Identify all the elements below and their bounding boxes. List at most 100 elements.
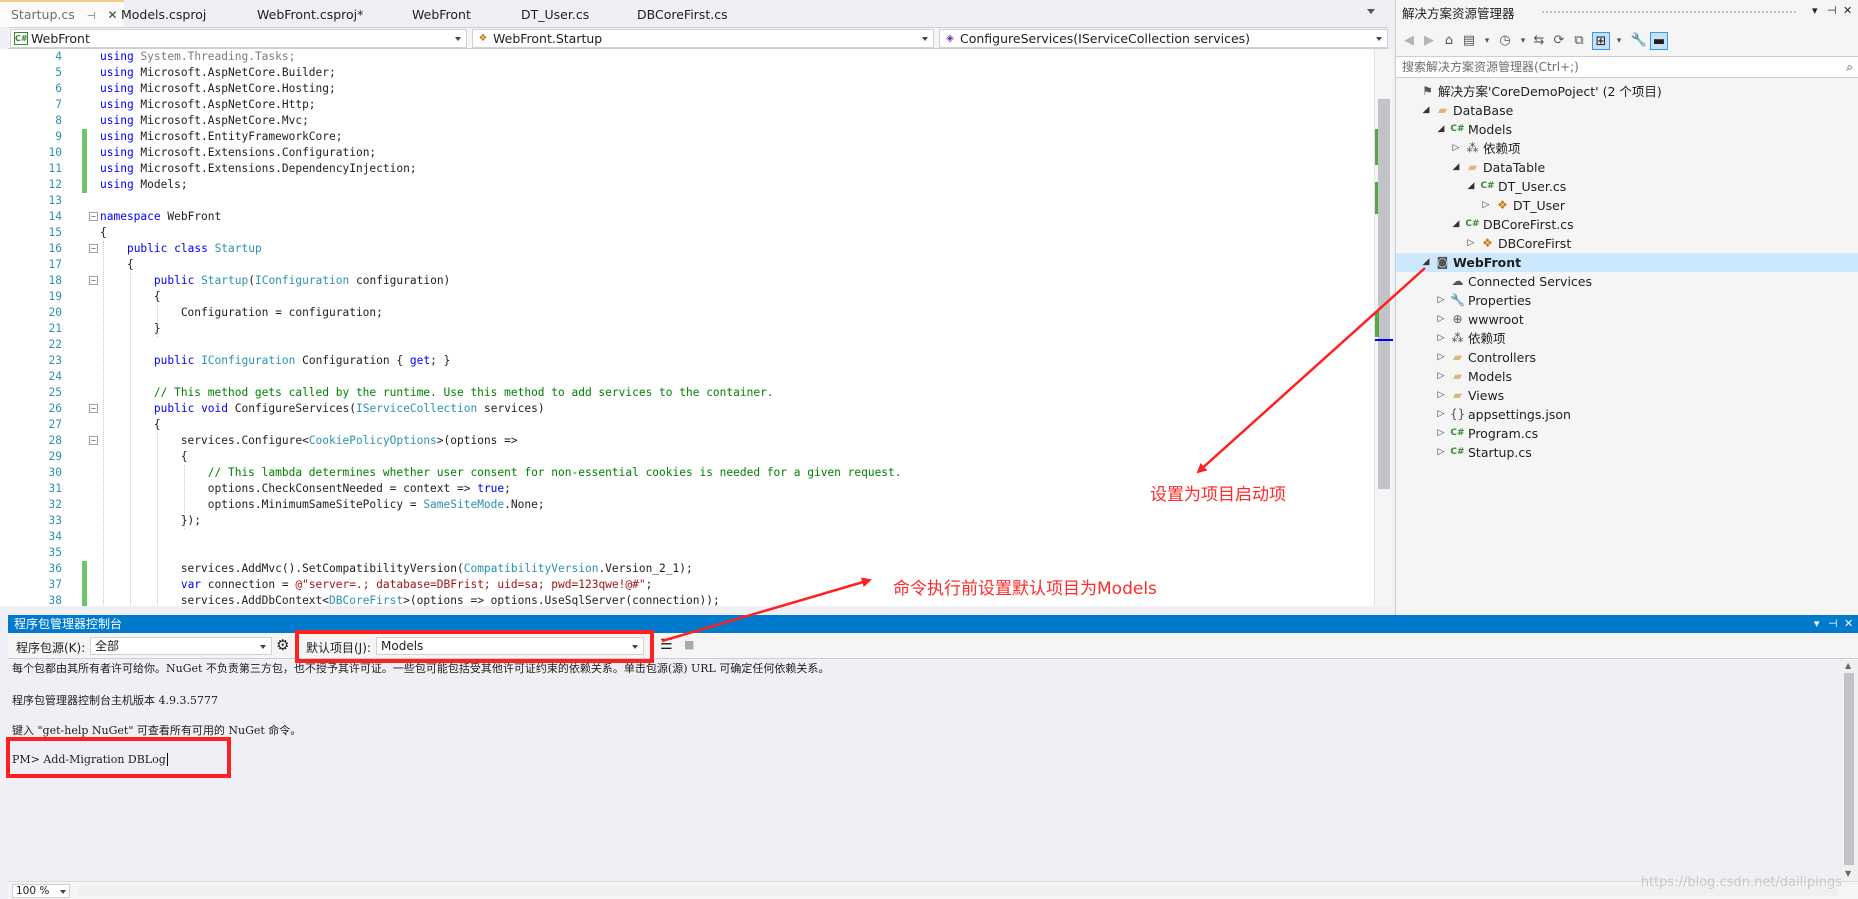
collapsed-arrow-icon[interactable]: ▷ — [1436, 310, 1446, 329]
tree-item[interactable]: ▷ ▰ Views — [1396, 386, 1858, 405]
forward-icon[interactable]: ▶ — [1420, 32, 1438, 50]
tab-dt-user-cs[interactable]: DT_User.cs — [521, 0, 589, 27]
tree-item[interactable]: ▷ ❖ DBCoreFirst — [1396, 234, 1858, 253]
sync-icon[interactable]: ⇆ — [1530, 32, 1548, 50]
collapsed-arrow-icon[interactable]: ▷ — [1436, 443, 1446, 462]
tree-item[interactable]: ◢ C# DT_User.cs — [1396, 177, 1858, 196]
collapsed-arrow-icon[interactable]: ▷ — [1436, 424, 1446, 443]
code-text: }); — [100, 514, 202, 527]
console-vertical-scrollbar[interactable]: ▲ ▼ — [1840, 659, 1858, 881]
code-text: { — [100, 226, 107, 239]
tab-models-csproj[interactable]: Models.csproj — [121, 0, 206, 27]
solution-explorer-search[interactable]: 搜索解决方案资源管理器(Ctrl+;) ⌕ — [1396, 56, 1858, 78]
collapsed-arrow-icon[interactable]: ▷ — [1436, 386, 1446, 405]
type-dropdown[interactable]: ❖ WebFront.Startup — [472, 29, 934, 48]
collapsed-arrow-icon[interactable]: ▷ — [1466, 234, 1476, 253]
collapse-icon[interactable]: − — [89, 276, 98, 285]
code-text: public void ConfigureServices(IServiceCo… — [153, 402, 545, 415]
scrollbar-thumb[interactable] — [1378, 99, 1390, 489]
line-number: 19 — [48, 290, 62, 303]
tree-item[interactable]: ▷ ⁂ 依赖项 — [1396, 139, 1858, 158]
home-icon[interactable]: ⌂ — [1440, 32, 1458, 50]
class-icon: ❖ — [478, 33, 488, 44]
tree-item[interactable]: ▷ {} appsettings.json — [1396, 405, 1858, 424]
close-icon[interactable]: ✕ — [1843, 4, 1852, 17]
tree-item[interactable]: ▷ ⁂ 依赖项 — [1396, 329, 1858, 348]
editor-vertical-scrollbar[interactable]: ╪ — [1374, 49, 1393, 606]
tree-item[interactable]: ◢ C# Models — [1396, 120, 1858, 139]
pin-icon[interactable]: ⊣ — [87, 4, 96, 29]
tab-startup-cs[interactable]: Startup.cs ⊣ ✕ — [0, 0, 124, 27]
collapsed-arrow-icon[interactable]: ▷ — [1436, 405, 1446, 424]
clear-console-icon[interactable]: ☰ — [660, 637, 673, 653]
tree-item[interactable]: ☁ Connected Services — [1396, 272, 1858, 291]
package-source-select[interactable]: 全部 — [90, 637, 272, 655]
show-all-files-icon[interactable]: ⊞ — [1592, 32, 1610, 50]
tree-item[interactable]: ▷ ❖ DT_User — [1396, 196, 1858, 215]
tree-item[interactable]: ▷ C# Startup.cs — [1396, 443, 1858, 462]
tree-item[interactable]: ◢ ▰ DataBase — [1396, 101, 1858, 120]
tree-item[interactable]: ▷ ▰ Models — [1396, 367, 1858, 386]
tab-webfront-csproj[interactable]: WebFront.csproj* — [257, 0, 363, 27]
pin-icon[interactable]: ⊣ — [1828, 615, 1838, 633]
settings-gear-icon[interactable]: ⚙ — [276, 636, 289, 654]
collapsed-arrow-icon[interactable]: ▷ — [1451, 139, 1461, 158]
collapsed-arrow-icon[interactable]: ▷ — [1436, 329, 1446, 348]
tree-item[interactable]: ▷ 🔧 Properties — [1396, 291, 1858, 310]
chevron-down-icon[interactable]: ▾ — [1610, 32, 1628, 50]
expanded-arrow-icon[interactable]: ◢ — [1451, 158, 1461, 177]
tree-item[interactable]: ◢ ◙ WebFront — [1396, 253, 1858, 272]
collapse-icon[interactable]: − — [89, 244, 98, 253]
collapse-icon[interactable]: − — [89, 212, 98, 221]
scroll-up-icon[interactable]: ▲ — [1845, 661, 1851, 670]
solution-explorer: 解决方案资源管理器 ▾ ⊣ ✕ ◀ ▶ ⌂ ▤ ▾ ◷ ▾ ⇆ ⟳ ⧉ ⊞ ▾ … — [1395, 0, 1858, 615]
chevron-down-icon — [455, 37, 461, 41]
tab-overflow-dropdown-icon[interactable] — [1367, 9, 1375, 14]
expanded-arrow-icon[interactable]: ◢ — [1421, 253, 1431, 272]
chevron-down-icon[interactable]: ▾ — [1478, 32, 1496, 50]
tree-item-label: appsettings.json — [1468, 407, 1571, 422]
expanded-arrow-icon[interactable]: ◢ — [1451, 215, 1461, 234]
collapsed-arrow-icon[interactable]: ▷ — [1481, 196, 1491, 215]
member-dropdown[interactable]: ◈ ConfigureServices(IServiceCollection s… — [939, 29, 1388, 48]
expanded-arrow-icon[interactable]: ◢ — [1466, 177, 1476, 196]
zoom-select[interactable]: 100 % — [12, 884, 70, 898]
tree-item[interactable]: ⚑ 解决方案'CoreDemoPoject' (2 个项目) — [1396, 82, 1858, 101]
expanded-arrow-icon[interactable]: ◢ — [1421, 101, 1431, 120]
tree-item[interactable]: ▷ ▰ Controllers — [1396, 348, 1858, 367]
collapsed-arrow-icon[interactable]: ▷ — [1436, 348, 1446, 367]
collapse-icon[interactable]: − — [89, 404, 98, 413]
tree-item[interactable]: ◢ ▰ DataTable — [1396, 158, 1858, 177]
tree-item[interactable]: ◢ C# DBCoreFirst.cs — [1396, 215, 1858, 234]
console-horizontal-scrollbar[interactable] — [78, 886, 1838, 896]
expanded-arrow-icon[interactable]: ◢ — [1436, 120, 1446, 139]
collapse-icon[interactable]: − — [89, 436, 98, 445]
tab-dbcorefirst-cs[interactable]: DBCoreFirst.cs — [637, 0, 728, 27]
console-output[interactable]: 每个包都由其所有者许可给你。NuGet 不负责第三方包，也不授予其许可证。一些包… — [8, 659, 1840, 881]
close-icon[interactable]: ✕ — [107, 3, 117, 28]
chevron-down-icon[interactable]: ▾ — [1814, 615, 1820, 633]
preview-selected-icon[interactable]: ▬ — [1650, 32, 1668, 50]
collapsed-arrow-icon[interactable]: ▷ — [1436, 367, 1446, 386]
scroll-down-icon[interactable]: ▼ — [1845, 869, 1851, 878]
tree-item[interactable]: ▷ C# Program.cs — [1396, 424, 1858, 443]
line-number: 17 — [48, 258, 62, 271]
tree-item[interactable]: ▷ ⊕ wwwroot — [1396, 310, 1858, 329]
project-dropdown[interactable]: C# WebFront — [10, 29, 467, 48]
collapsed-arrow-icon[interactable]: ▷ — [1436, 291, 1446, 310]
pending-changes-icon[interactable]: ◷ — [1496, 32, 1514, 50]
tab-webfront[interactable]: WebFront — [412, 0, 471, 27]
properties-wrench-icon[interactable]: 🔧 — [1630, 32, 1648, 50]
pin-icon[interactable]: ⊣ — [1827, 4, 1837, 17]
chevron-down-icon[interactable]: ▾ — [1812, 4, 1818, 17]
back-icon[interactable]: ◀ — [1400, 32, 1418, 50]
stop-command-icon[interactable]: ■ — [684, 638, 694, 651]
collapse-all-icon[interactable]: ⧉ — [1570, 32, 1588, 50]
scrollbar-thumb[interactable] — [1844, 673, 1854, 865]
close-icon[interactable]: ✕ — [1844, 615, 1853, 633]
code-editor[interactable]: 4 using System.Threading.Tasks; 5 using Mic… — [0, 49, 1374, 606]
search-icon[interactable]: ⌕ — [1846, 57, 1853, 77]
code-text: // This lambda determines whether user c… — [100, 466, 902, 479]
refresh-icon[interactable]: ⟳ — [1550, 32, 1568, 50]
switch-views-icon[interactable]: ▤ — [1460, 32, 1478, 50]
